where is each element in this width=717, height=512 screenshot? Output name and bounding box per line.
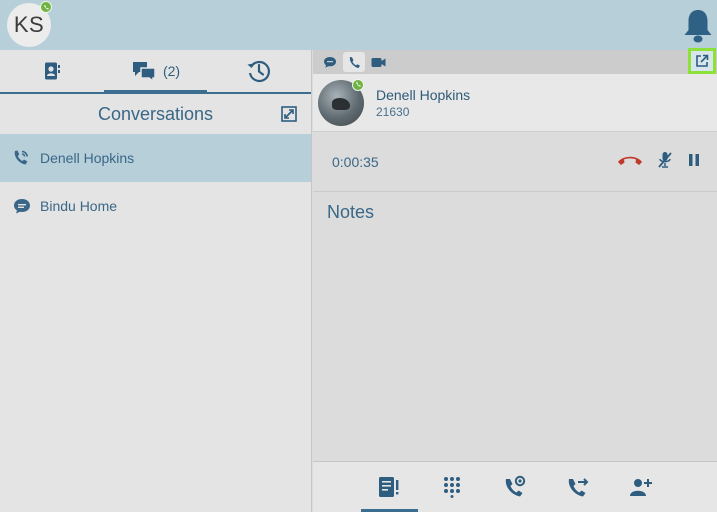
app-header: KS <box>0 0 717 50</box>
microphone-muted-icon <box>658 152 672 168</box>
contact-extension: 21630 <box>376 104 410 119</box>
contact-name: Denell Hopkins <box>376 86 471 103</box>
tab-contacts[interactable] <box>0 50 104 92</box>
add-participant-button[interactable] <box>610 462 673 512</box>
channel-video-button[interactable] <box>367 52 389 72</box>
left-panel: (2) Conversations Denell Hopkins Bindu H… <box>0 50 312 512</box>
notes-tab-button[interactable] <box>358 462 421 512</box>
call-status-row: 0:00:35 <box>313 132 717 192</box>
contact-book-icon <box>44 62 60 80</box>
history-clock-icon <box>247 60 271 83</box>
dialpad-icon <box>444 477 460 498</box>
conversations-title: Conversations <box>97 103 214 124</box>
call-controls <box>603 151 701 169</box>
notes-label: Notes <box>327 202 375 222</box>
call-action-bar <box>313 461 717 512</box>
pause-icon <box>689 154 699 166</box>
consult-call-button[interactable] <box>484 462 547 512</box>
notes-area[interactable]: Notes <box>313 192 717 458</box>
user-initials: KS <box>13 12 45 37</box>
contact-info: Denell Hopkins 21630 <box>376 87 470 119</box>
right-panel: Denell Hopkins 21630 0:00:35 Notes <box>313 48 717 512</box>
transfer-call-button[interactable] <box>547 462 610 512</box>
conversations-header: Conversations <box>0 94 311 134</box>
transfer-call-icon <box>568 478 589 497</box>
notes-icon <box>379 477 399 497</box>
contact-photo <box>318 78 364 126</box>
contact-header: Denell Hopkins 21630 <box>313 74 717 132</box>
add-user-icon <box>630 479 652 496</box>
conversation-item-denell-hopkins[interactable]: Denell Hopkins <box>0 134 311 182</box>
phone-call-icon <box>14 150 28 165</box>
chat-bubble-icon <box>324 56 336 68</box>
external-link-icon <box>696 54 709 67</box>
phone-icon <box>349 56 360 68</box>
channel-chat-button[interactable] <box>319 52 341 72</box>
dialpad-button[interactable] <box>421 462 484 512</box>
channel-voice-button[interactable] <box>343 52 365 72</box>
user-avatar[interactable]: KS <box>7 1 52 47</box>
tab-history[interactable] <box>207 50 311 92</box>
presence-available-icon <box>40 1 52 13</box>
expand-icon[interactable] <box>281 106 297 122</box>
chat-bubble-icon <box>14 199 30 214</box>
hangup-button[interactable] <box>617 154 643 166</box>
tab-conversations[interactable]: (2) <box>103 50 208 94</box>
conversation-name: Denell Hopkins <box>40 150 135 166</box>
video-camera-icon <box>371 57 385 67</box>
presence-available-icon <box>352 78 364 91</box>
conversation-count-badge: (2) <box>162 63 181 79</box>
conversation-item-bindu-home[interactable]: Bindu Home <box>0 182 311 230</box>
chat-bubbles-icon <box>132 62 156 82</box>
popout-button[interactable] <box>688 48 716 74</box>
call-duration: 0:00:35 <box>332 153 379 170</box>
channel-bar <box>313 48 717 74</box>
hangup-icon <box>618 156 642 165</box>
hold-button[interactable] <box>687 152 701 168</box>
left-tabs: (2) <box>0 50 311 94</box>
conversation-name: Bindu Home <box>40 198 118 214</box>
mute-button[interactable] <box>657 151 673 169</box>
notification-bell-icon[interactable] <box>682 8 714 44</box>
consult-call-icon <box>505 475 526 497</box>
